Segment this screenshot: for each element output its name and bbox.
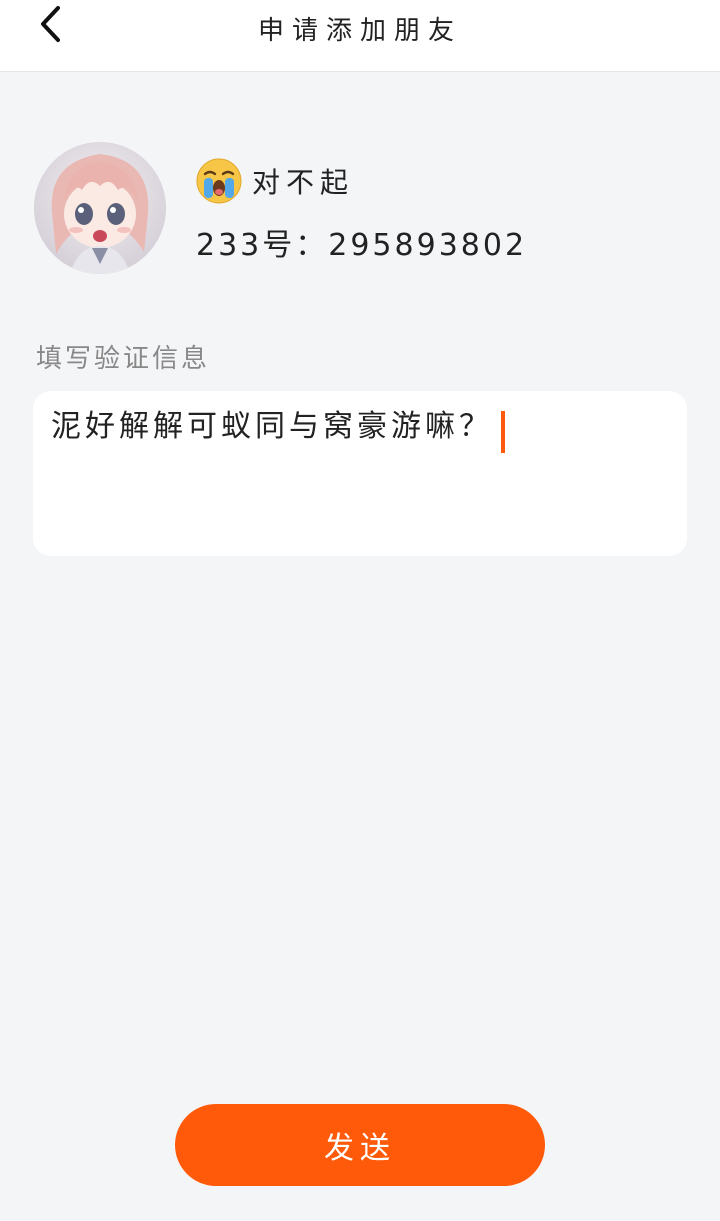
verification-label: 填写验证信息: [36, 344, 211, 374]
profile-name-row: 对不起: [196, 156, 354, 206]
text-cursor: [501, 410, 505, 453]
profile-id: 233号：295893802: [196, 228, 528, 263]
send-button[interactable]: 发送: [175, 1104, 545, 1186]
page-title: 申请添加朋友: [257, 16, 462, 46]
profile-name: 对不起: [252, 166, 355, 199]
verification-message-input[interactable]: 泥好解解可蚁同与窝豪游嘛？: [33, 391, 687, 556]
avatar[interactable]: [34, 142, 166, 274]
verification-message-text[interactable]: 泥好解解可蚁同与窝豪游嘛？: [51, 409, 493, 444]
loudly-crying-face-icon: [196, 158, 242, 204]
top-bar: 申请添加朋友: [0, 0, 720, 72]
